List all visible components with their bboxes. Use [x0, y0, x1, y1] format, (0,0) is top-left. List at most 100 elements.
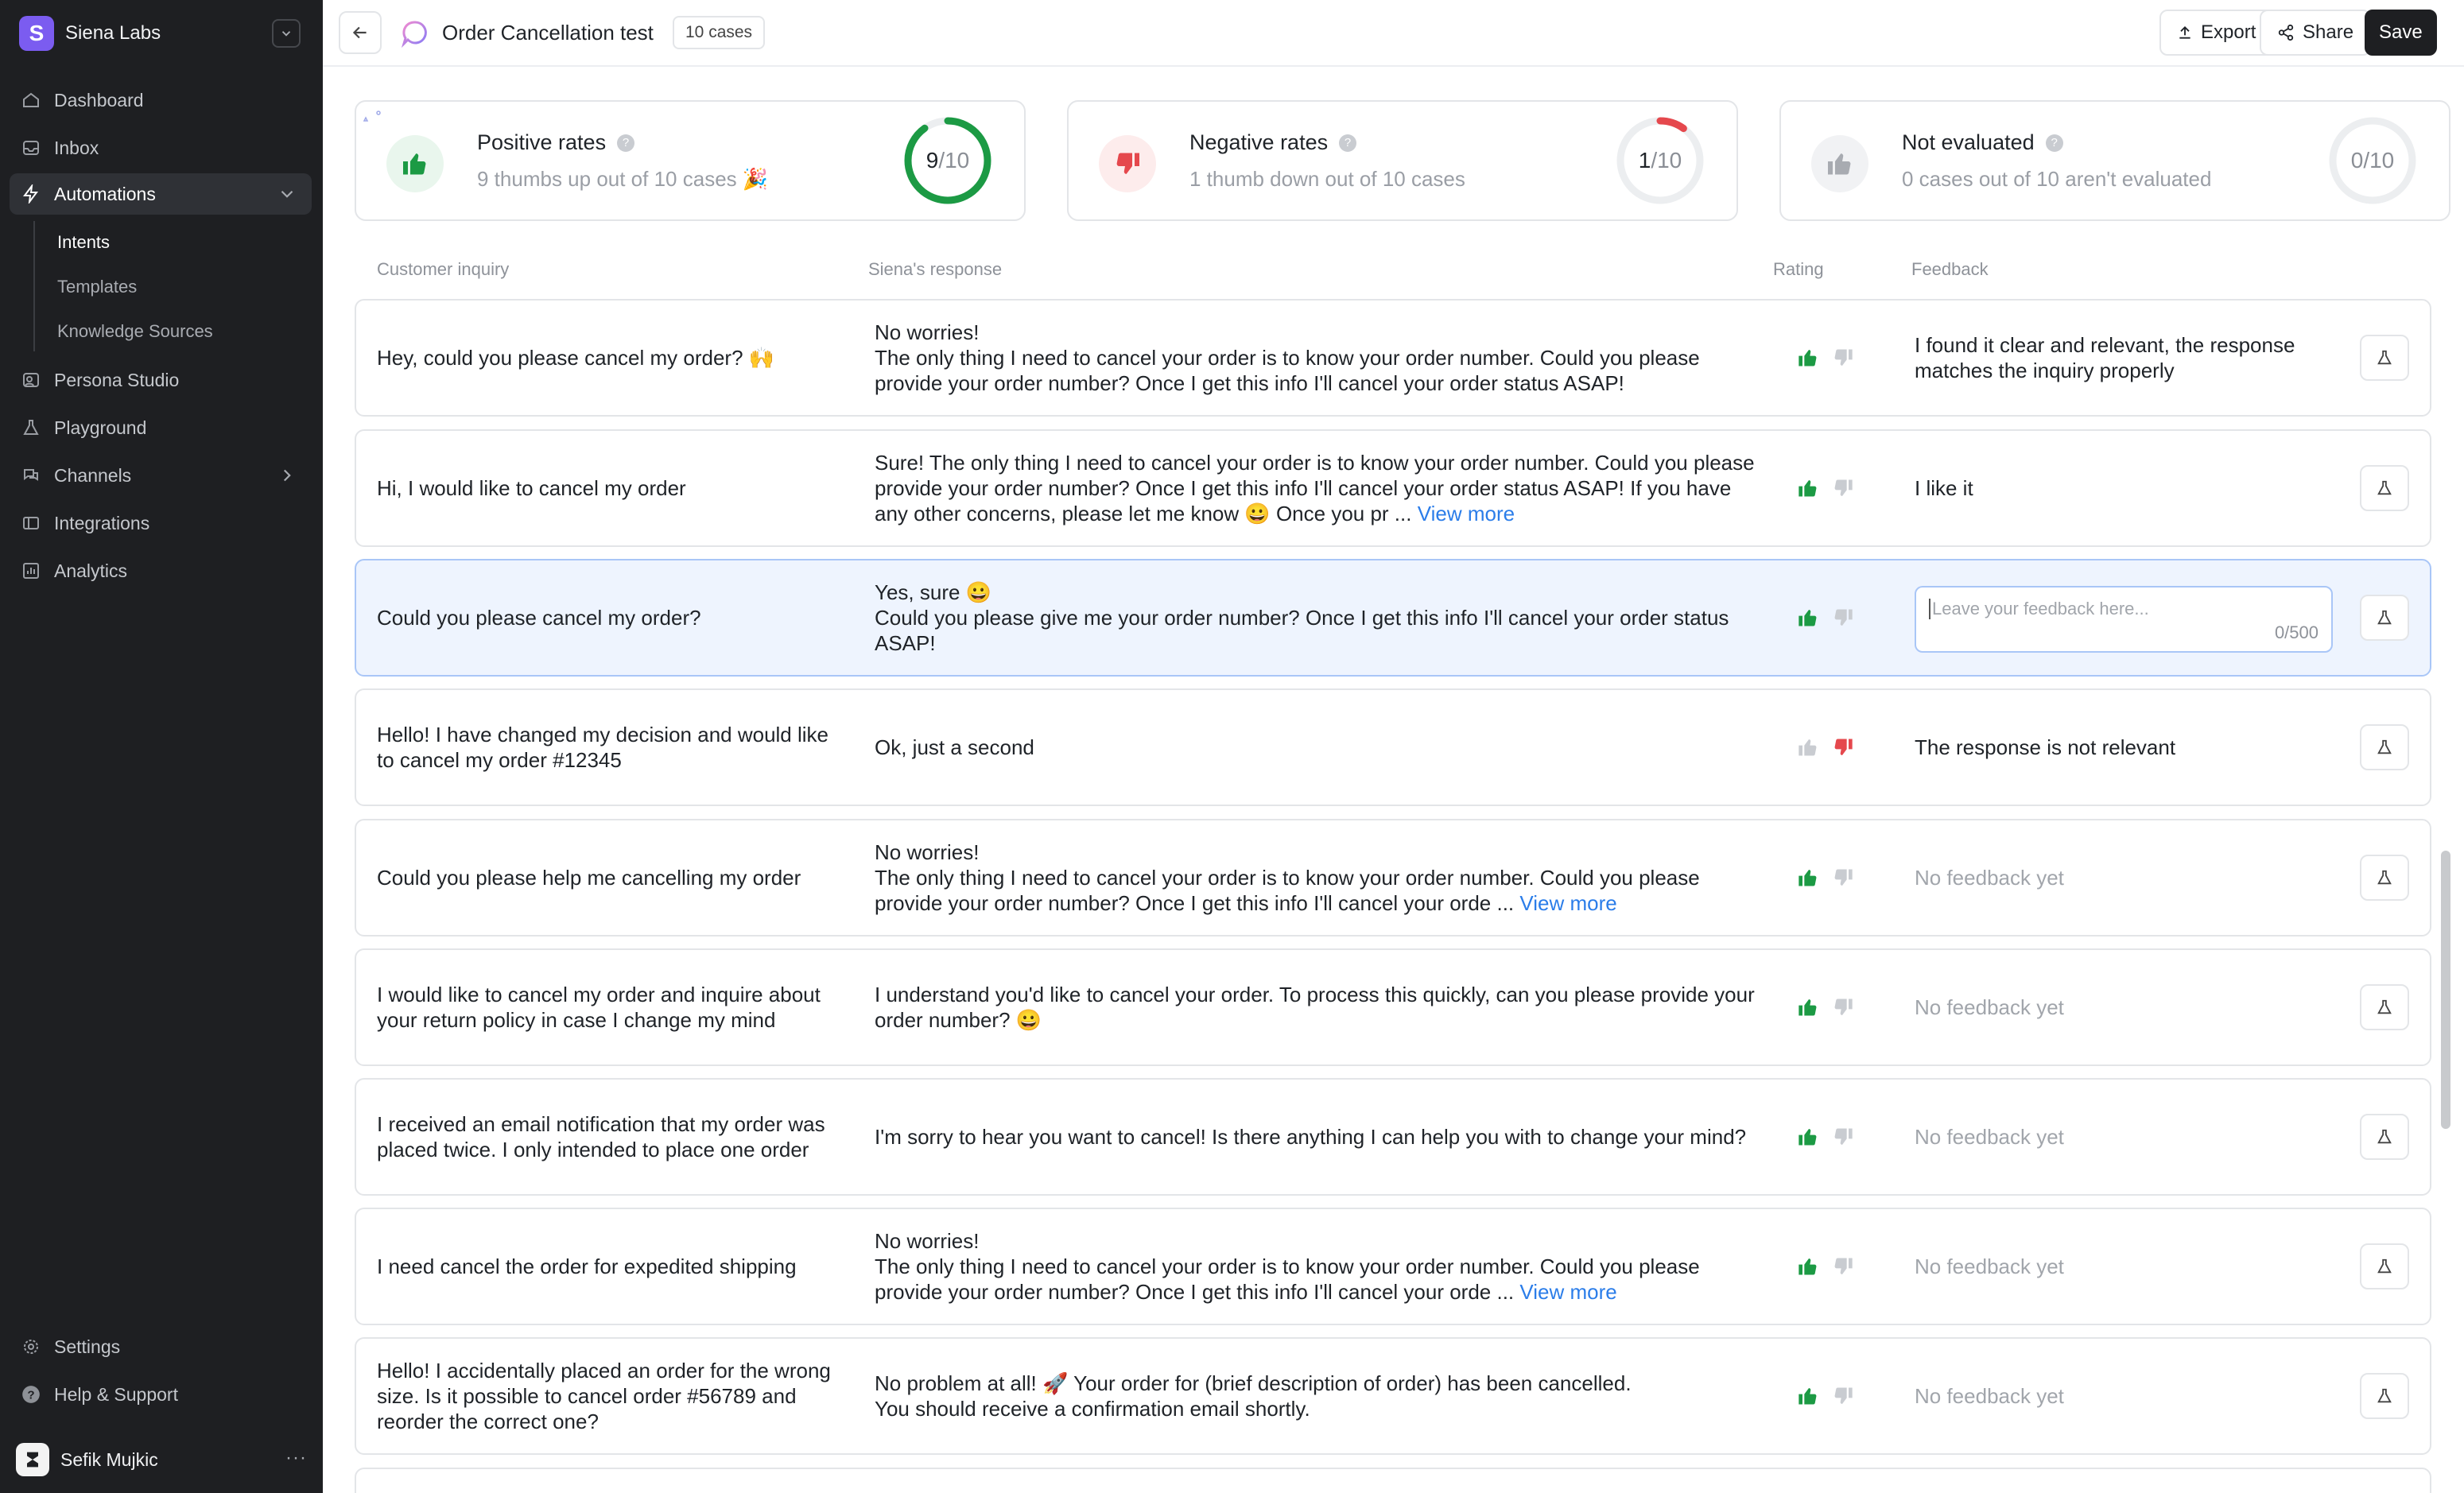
table-row[interactable]: Could you please cancel my order? Yes, s…: [355, 559, 2431, 677]
thumbs-down-icon[interactable]: [1832, 736, 1854, 758]
table-row[interactable]: I need cancel the order for expedited sh…: [355, 1208, 2431, 1325]
view-more-link[interactable]: View more: [1519, 891, 1616, 915]
info-icon[interactable]: ?: [2045, 134, 2063, 152]
share-button[interactable]: Share: [2260, 10, 2372, 56]
thumbs-up-icon[interactable]: [1797, 736, 1819, 758]
nav-settings[interactable]: Settings: [10, 1326, 312, 1367]
thumbs-down-icon[interactable]: [1832, 1255, 1854, 1278]
inbox-icon: [21, 138, 41, 158]
top-bar: Order Cancellation test 10 cases Export …: [323, 0, 2464, 67]
flask-icon: [21, 417, 41, 438]
test-button[interactable]: [2360, 335, 2409, 381]
table-row[interactable]: [355, 1468, 2431, 1493]
response-cell: Ok, just a second: [875, 690, 1757, 805]
feedback-text: No feedback yet: [1915, 1209, 2328, 1324]
table-row[interactable]: Hello! I have changed my decision and wo…: [355, 688, 2431, 806]
nav-playground[interactable]: Playground: [10, 407, 312, 448]
positive-count: 9: [925, 148, 939, 173]
info-icon[interactable]: ?: [617, 134, 635, 152]
nav-dashboard[interactable]: Dashboard: [10, 79, 312, 121]
table-row[interactable]: Hey, could you please cancel my order? 🙌…: [355, 299, 2431, 417]
test-button[interactable]: [2360, 465, 2409, 511]
thumbs-down-icon[interactable]: [1832, 867, 1854, 889]
table-row[interactable]: I received an email notification that my…: [355, 1078, 2431, 1196]
test-button[interactable]: [2360, 595, 2409, 641]
test-button[interactable]: [2360, 1243, 2409, 1289]
test-button[interactable]: [2360, 1114, 2409, 1160]
nav-integrations[interactable]: Integrations: [10, 502, 312, 544]
not-evaluated-card: Not evaluated? 0 cases out of 10 aren't …: [1779, 100, 2450, 221]
back-button[interactable]: [339, 11, 382, 54]
thumbs-up-icon[interactable]: [1797, 1126, 1819, 1148]
table-row[interactable]: I would like to cancel my order and inqu…: [355, 948, 2431, 1066]
test-button[interactable]: [2360, 984, 2409, 1030]
scrollbar[interactable]: [2441, 851, 2450, 1129]
feedback-value: No feedback yet: [1915, 995, 2064, 1019]
subnav-intents[interactable]: Intents: [41, 224, 312, 261]
positive-progress-ring: 9/10: [902, 114, 994, 207]
feedback-input[interactable]: Leave your feedback here... 0/500: [1915, 586, 2333, 653]
workspace-switcher[interactable]: S Siena Labs: [19, 16, 310, 51]
inquiry-cell: I received an email notification that my…: [377, 1080, 846, 1194]
response-cell: I understand you'd like to cancel your o…: [875, 950, 1757, 1064]
table-row[interactable]: Hi, I would like to cancel my order Sure…: [355, 429, 2431, 547]
arrow-left-icon: [352, 26, 367, 39]
thumbs-up-icon[interactable]: [1797, 1255, 1819, 1278]
test-button[interactable]: [2360, 855, 2409, 901]
feedback-value: The response is not relevant: [1915, 735, 2176, 759]
thumbs-down-icon[interactable]: [1832, 347, 1854, 369]
user-menu[interactable]: Sefik Mujkic ···: [16, 1442, 310, 1477]
inquiry-cell: Hello! I accidentally placed an order fo…: [377, 1339, 846, 1453]
inquiry-text: Hi, I would like to cancel my order: [377, 476, 686, 500]
thumbs-up-icon[interactable]: [1797, 607, 1819, 629]
flask-icon: [2377, 480, 2392, 495]
gear-icon: [21, 1336, 41, 1357]
response-cell: Sure! The only thing I need to cancel yo…: [875, 431, 1757, 545]
negative-title: Negative rates: [1189, 130, 1329, 154]
nav-automations[interactable]: Automations: [10, 173, 312, 215]
thumbs-down-icon[interactable]: [1832, 996, 1854, 1018]
not-evaluated-count: 0: [2350, 148, 2364, 173]
thumbs-up-icon[interactable]: [1797, 867, 1819, 889]
flask-icon: [2377, 610, 2392, 625]
thumbs-down-icon[interactable]: [1832, 1126, 1854, 1148]
negative-count: 1: [1638, 148, 1651, 173]
thumbs-up-icon[interactable]: [1797, 477, 1819, 499]
thumbs-up-icon[interactable]: [1797, 996, 1819, 1018]
thumbs-up-icon[interactable]: [1797, 347, 1819, 369]
test-button[interactable]: [2360, 1373, 2409, 1419]
view-more-link[interactable]: View more: [1519, 1280, 1616, 1304]
rating-cell: [1797, 560, 1853, 675]
nav-channels[interactable]: Channels: [10, 455, 312, 496]
nav-analytics[interactable]: Analytics: [10, 550, 312, 591]
info-icon[interactable]: ?: [1339, 134, 1357, 152]
response-cell: Yes, sure 😀 Could you please give me you…: [875, 560, 1757, 675]
more-icon[interactable]: ···: [285, 1447, 307, 1469]
inquiry-text: I received an email notification that my…: [377, 1112, 825, 1161]
chat-icon: [21, 465, 41, 486]
nav-label: Inbox: [54, 137, 99, 158]
export-button[interactable]: Export: [2159, 10, 2274, 56]
character-counter: 0/500: [2274, 622, 2318, 642]
test-button[interactable]: [2360, 724, 2409, 770]
nav-label: Channels: [54, 464, 132, 486]
view-more-link[interactable]: View more: [1418, 502, 1515, 525]
subnav-templates[interactable]: Templates: [41, 269, 312, 305]
chevron-down-icon[interactable]: [272, 19, 301, 48]
table-row[interactable]: Hello! I accidentally placed an order fo…: [355, 1337, 2431, 1455]
inquiry-cell: I need cancel the order for expedited sh…: [377, 1209, 846, 1324]
nav-label: Automations: [54, 183, 156, 204]
nav-help[interactable]: ? Help & Support: [10, 1374, 312, 1415]
thumbs-down-icon[interactable]: [1832, 1385, 1854, 1407]
nav-persona-studio[interactable]: Persona Studio: [10, 359, 312, 401]
response-text: Ok, just a second: [875, 735, 1034, 759]
thumbs-down-icon[interactable]: [1832, 477, 1854, 499]
thumbs-down-icon[interactable]: [1832, 607, 1854, 629]
thumbs-up-icon[interactable]: [1797, 1385, 1819, 1407]
save-button[interactable]: Save: [2365, 10, 2437, 56]
table-row[interactable]: Could you please help me cancelling my o…: [355, 819, 2431, 937]
positive-total: /10: [938, 148, 970, 173]
subnav-knowledge-sources[interactable]: Knowledge Sources: [41, 313, 312, 350]
nav-label: Dashboard: [54, 89, 144, 111]
nav-inbox[interactable]: Inbox: [10, 127, 312, 169]
